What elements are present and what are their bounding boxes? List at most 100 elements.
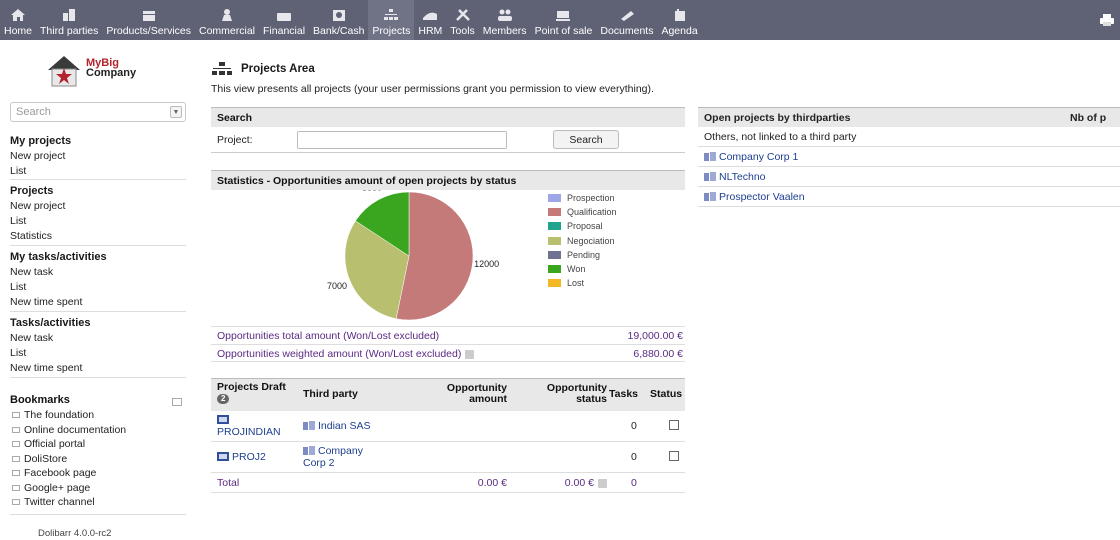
tools-icon xyxy=(453,7,473,23)
company-logo[interactable]: MyBig Company xyxy=(46,54,156,90)
sidebar-block-my-projects: My projects New project List xyxy=(10,134,186,180)
total-amount: 0.00 € xyxy=(477,477,507,489)
bookmark-item[interactable]: Twitter channel xyxy=(10,495,186,510)
table-total-row: Total 0.00 € 0.00 € 0 xyxy=(211,473,685,493)
sidebar-item-list[interactable]: List xyxy=(10,346,186,361)
sidebar-item-list[interactable]: List xyxy=(10,280,186,295)
company-icon xyxy=(303,446,315,455)
thirdparty-link[interactable]: Company Corp 1 xyxy=(719,151,798,163)
legend-item-pending: Pending xyxy=(548,249,600,261)
menu-home[interactable]: Home xyxy=(0,0,36,40)
col-status[interactable]: Status xyxy=(650,389,682,400)
menu-documents[interactable]: Documents xyxy=(596,0,657,40)
sidebar-title-tasks[interactable]: Tasks/activities xyxy=(10,316,186,331)
status-checkbox[interactable] xyxy=(669,451,679,461)
col-third-party[interactable]: Third party xyxy=(303,389,358,400)
info-icon[interactable] xyxy=(465,349,475,359)
company-icon xyxy=(704,172,716,181)
legend-label: Prospection xyxy=(567,193,615,203)
menu-bank-cash[interactable]: Bank/Cash xyxy=(309,0,368,40)
search-dropdown-icon[interactable]: ▼ xyxy=(170,106,182,118)
legend-label: Lost xyxy=(567,278,585,289)
list-item: NLTechno xyxy=(698,167,1120,187)
bookmarks-title[interactable]: Bookmarks xyxy=(10,394,70,406)
left-sidebar: MyBig Company ▼ My projects New project … xyxy=(0,40,195,540)
col-opportunity-amount[interactable]: Opportunity amount xyxy=(423,383,507,405)
legend-swatch xyxy=(548,279,561,288)
sidebar-block-my-tasks: My tasks/activities New task List New ti… xyxy=(10,250,186,312)
menu-third-parties[interactable]: Third parties xyxy=(36,0,102,40)
menu-point-of-sale[interactable]: Point of sale xyxy=(531,0,597,40)
project-ref-link[interactable]: PROJ2 xyxy=(232,451,266,463)
members-icon xyxy=(495,7,515,23)
legend-label: Pending xyxy=(567,249,601,260)
bookmark-icon xyxy=(12,470,20,477)
sidebar-item-new-project[interactable]: New project xyxy=(10,199,186,214)
opportunities-pie-chart: 12000 7000 3550 Prospection Qualification Pr… xyxy=(211,190,685,320)
sidebar-title-my-tasks[interactable]: My tasks/activities xyxy=(10,250,186,265)
thirdparty-link[interactable]: Prospector Vaalen xyxy=(719,191,805,203)
sidebar-title-projects[interactable]: Projects xyxy=(10,184,186,199)
bookmark-item[interactable]: Official portal xyxy=(10,437,186,452)
tasks-count: 0 xyxy=(631,451,637,463)
table-row: PROJ2 Company Corp 2 0 xyxy=(211,442,685,473)
company-icon xyxy=(303,421,315,430)
bookmark-edit-icon[interactable] xyxy=(172,395,182,406)
sidebar-block-projects: Projects New project List Statistics xyxy=(10,184,186,246)
col-tasks[interactable]: Tasks xyxy=(609,389,638,400)
printer-icon[interactable] xyxy=(1100,14,1114,26)
sidebar-title-my-projects[interactable]: My projects xyxy=(10,134,186,149)
project-label: Project: xyxy=(217,134,253,146)
list-item: Others, not linked to a third party xyxy=(698,127,1120,147)
search-button[interactable]: Search xyxy=(553,130,619,149)
bookmark-item[interactable]: Online documentation xyxy=(10,423,186,438)
col-projects-draft[interactable]: Projects Draft xyxy=(217,381,286,393)
opp-total-value: 19,000.00 € xyxy=(627,330,683,342)
menu-tools[interactable]: Tools xyxy=(446,0,479,40)
sidebar-item-new-time-spent[interactable]: New time spent xyxy=(10,295,186,310)
sidebar-item-statistics[interactable]: Statistics xyxy=(10,229,186,244)
sidebar-search: ▼ xyxy=(10,102,186,122)
project-ref-link[interactable]: PROJINDIAN xyxy=(217,426,281,438)
legend-label: Qualification xyxy=(567,207,617,218)
bookmark-item[interactable]: Google+ page xyxy=(10,481,186,496)
sidebar-item-new-task[interactable]: New task xyxy=(10,331,186,346)
menu-agenda[interactable]: Agenda xyxy=(657,0,701,40)
menu-financial[interactable]: Financial xyxy=(259,0,309,40)
bookmark-item[interactable]: The foundation xyxy=(10,408,186,423)
projects-icon xyxy=(381,7,401,23)
legend-swatch xyxy=(548,236,561,245)
others-label: Others, not linked to a third party xyxy=(704,131,857,143)
home-icon xyxy=(8,7,28,23)
project-search-input[interactable] xyxy=(297,131,507,149)
menu-commercial[interactable]: Commercial xyxy=(195,0,259,40)
menu-projects[interactable]: Projects xyxy=(368,0,415,40)
bookmark-item[interactable]: DoliStore xyxy=(10,452,186,467)
open-projects-by-thirdparties: Open projects by thirdparties Nb of p Ot… xyxy=(698,107,1120,207)
search-panel-title: Search xyxy=(211,107,685,127)
sidebar-item-new-project[interactable]: New project xyxy=(10,149,186,164)
legend-item-lost: Lost xyxy=(548,277,584,289)
sidebar-item-list[interactable]: List xyxy=(10,214,186,229)
menu-hrm[interactable]: HRM xyxy=(414,0,446,40)
legend-swatch xyxy=(548,208,561,217)
table-row: PROJINDIAN Indian SAS 0 xyxy=(211,411,685,442)
bookmark-item[interactable]: Facebook page xyxy=(10,466,186,481)
thirdparty-link[interactable]: Indian SAS xyxy=(318,420,371,432)
menu-products-services[interactable]: Products/Services xyxy=(102,0,195,40)
thirdparty-link[interactable]: NLTechno xyxy=(719,171,766,183)
col-opportunity-status[interactable]: Opportunity status xyxy=(527,383,607,405)
search-input[interactable] xyxy=(11,103,167,121)
pie-value-label: 7000 xyxy=(327,281,347,291)
opp-total-label: Opportunities total amount (Won/Lost exc… xyxy=(217,330,440,342)
legend-swatch xyxy=(548,250,561,259)
sidebar-item-new-time-spent[interactable]: New time spent xyxy=(10,361,186,376)
sidebar-item-list[interactable]: List xyxy=(10,164,186,179)
sidebar-item-new-task[interactable]: New task xyxy=(10,265,186,280)
info-icon[interactable] xyxy=(598,478,607,488)
bookmark-icon xyxy=(12,484,20,491)
menu-members[interactable]: Members xyxy=(479,0,531,40)
company-icon xyxy=(704,152,716,161)
legend-item-proposal: Proposal xyxy=(548,220,603,232)
status-checkbox[interactable] xyxy=(669,420,679,430)
